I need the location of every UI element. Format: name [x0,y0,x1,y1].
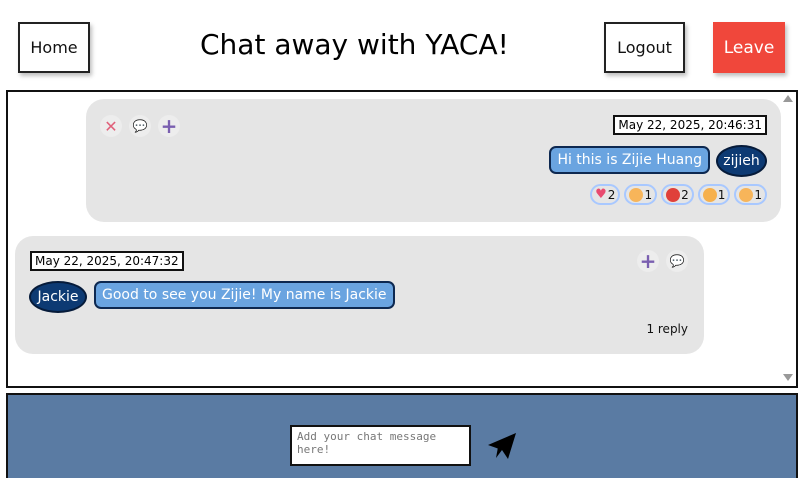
message-bubble: Hi this is Zijie Huang [549,146,710,174]
add-reaction-icon[interactable]: + [158,114,180,138]
reaction-smile-tongue[interactable]: 1 [624,184,658,205]
user-avatar: zijieh [716,145,767,177]
reaction-heart[interactable]: ♥ 2 [590,184,621,205]
heart-icon: ♥ [595,187,607,202]
leave-button[interactable]: Leave [713,22,785,73]
user-avatar: Jackie [29,281,87,313]
angry-icon [666,187,681,202]
page-title: Chat away with YACA! [200,28,509,61]
reaction-angry[interactable]: 2 [661,184,694,205]
reaction-laugh[interactable]: 1 [697,184,731,205]
message-bubble: Good to see you Zijie! My name is Jackie [94,281,395,309]
scroll-down-arrow-icon[interactable] [783,374,793,381]
delete-icon[interactable]: ✕ [100,115,122,137]
message-timestamp: May 22, 2025, 20:46:31 [613,115,767,135]
message-other: May 22, 2025, 20:47:32 + 💬 Jackie Good t… [15,236,704,354]
grin-icon [739,187,754,202]
message-own: ✕ 💬 + May 22, 2025, 20:46:31 Hi this is … [86,99,781,222]
reaction-grin[interactable]: 1 [734,184,767,205]
scroll-up-arrow-icon[interactable] [783,95,793,102]
home-button[interactable]: Home [18,22,90,73]
chat-panel[interactable]: ✕ 💬 + May 22, 2025, 20:46:31 Hi this is … [6,90,798,388]
send-icon[interactable] [486,431,518,461]
laugh-icon [702,187,717,202]
logout-button[interactable]: Logout [604,22,685,73]
reactions-row: ♥ 2 1 2 1 1 [590,184,767,205]
add-reaction-icon[interactable]: + [637,249,659,273]
reply-icon[interactable]: 💬 [129,115,151,137]
message-timestamp: May 22, 2025, 20:47:32 [30,251,184,271]
smile-tongue-icon [629,187,644,202]
reply-icon[interactable]: 💬 [666,250,688,272]
reply-count-link[interactable]: 1 reply [646,322,688,336]
message-composer [6,393,798,478]
message-input[interactable] [290,425,471,466]
